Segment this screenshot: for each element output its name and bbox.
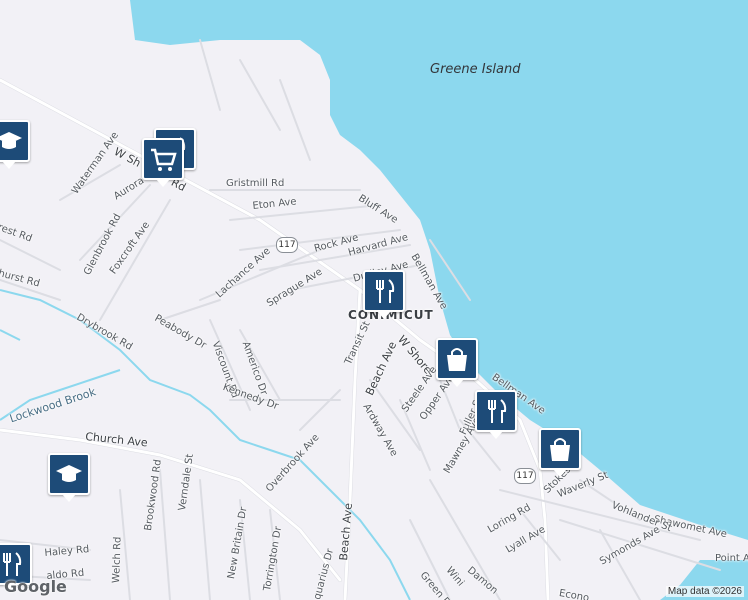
- map-canvas[interactable]: Greene Island CONIMICUT Lockwood Brook W…: [0, 0, 748, 600]
- shopping-cart-icon: [151, 148, 177, 171]
- school-icon: [56, 465, 82, 482]
- google-logo: Google: [4, 577, 67, 596]
- island-label: Greene Island: [430, 62, 521, 77]
- shopping-cart-poi[interactable]: [142, 138, 184, 187]
- restaurant-icon: [376, 279, 395, 303]
- water-bay: [130, 0, 748, 540]
- route-117-shield-b: 117: [514, 468, 536, 484]
- school-poi[interactable]: [0, 120, 30, 169]
- school-poi-church[interactable]: [48, 453, 90, 502]
- map-attribution[interactable]: Map data ©2026: [665, 586, 744, 597]
- road-label-welch: Welch Rd: [111, 536, 124, 584]
- restaurant-poi-fuller[interactable]: [475, 390, 517, 439]
- school-icon: [0, 132, 22, 149]
- shopping-bag-icon: [550, 438, 570, 461]
- road-label-gristmill: Gristmill Rd: [226, 178, 285, 189]
- shopping-bag-poi-a[interactable]: [436, 338, 478, 387]
- shopping-bag-poi-b[interactable]: [539, 428, 581, 477]
- shopping-bag-icon: [447, 348, 467, 371]
- restaurant-icon: [488, 399, 507, 423]
- route-117-shield-a: 117: [276, 237, 298, 253]
- road-label-point: Point A: [715, 553, 748, 564]
- restaurant-poi-conimicut[interactable]: [363, 270, 405, 319]
- restaurant-icon: [3, 552, 22, 576]
